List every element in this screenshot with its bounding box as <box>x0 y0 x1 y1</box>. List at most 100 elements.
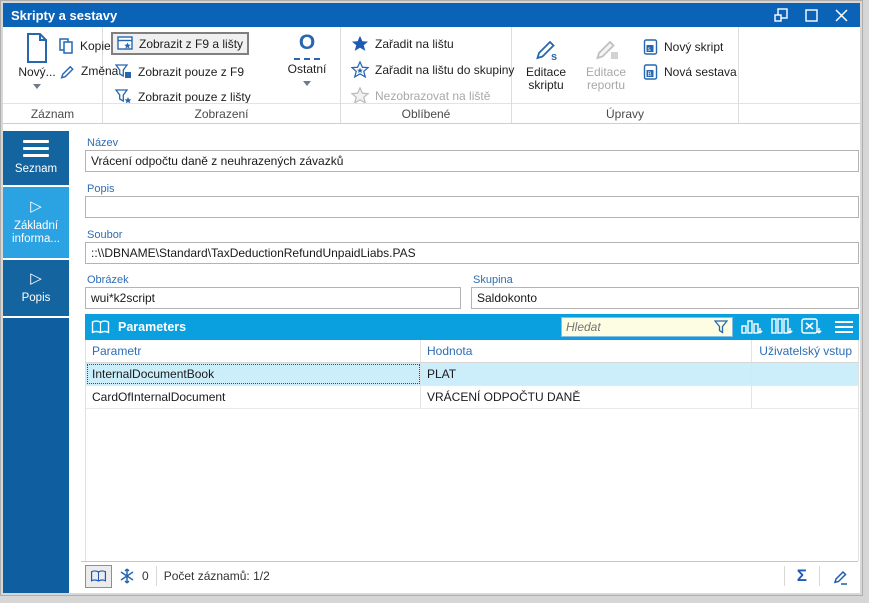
window-title: Skripty a sestavy <box>11 8 117 23</box>
cell-vstup[interactable] <box>752 363 858 385</box>
svg-text:s: s <box>648 46 651 52</box>
search-input[interactable] <box>566 320 710 334</box>
dropdown-arrow-icon[interactable] <box>303 81 311 86</box>
ribbon: Nový... Kopie Změna Záznam <box>3 27 860 124</box>
titlebar: Skripty a sestavy <box>3 3 860 27</box>
show-f9-and-bar-button[interactable]: Zobrazit z F9 a lišty <box>111 32 249 55</box>
window-star-icon <box>117 36 133 51</box>
ribbon-group-zobrazeni: Zobrazit z F9 a lišty Zobrazit pouze z F… <box>103 27 341 123</box>
new-document-icon <box>25 31 49 63</box>
star-filled-icon <box>351 35 369 52</box>
sidebar: Seznam ▷ Základní informa... ▷ Popis <box>3 131 69 593</box>
edit-report-label: Editace reportu <box>578 66 634 92</box>
show-f9-only-button[interactable]: Zobrazit pouze z F9 <box>111 60 248 83</box>
snowflake-count: 0 <box>142 569 149 583</box>
skupina-label: Skupina <box>473 274 513 286</box>
sidebar-item-popis[interactable]: ▷ Popis <box>3 260 69 318</box>
new-report-button[interactable]: B Nová sestava <box>639 60 741 83</box>
skupina-field[interactable] <box>471 287 859 309</box>
maximize-window-icon[interactable] <box>804 8 818 22</box>
show-bar-only-label: Zobrazit pouze z lišty <box>138 90 251 104</box>
star-outline-icon <box>351 61 369 78</box>
star-disabled-icon <box>351 87 369 104</box>
table-row[interactable]: InternalDocumentBook PLAT <box>86 363 858 386</box>
svg-text:B: B <box>648 71 652 77</box>
other-button[interactable]: O Ostatní <box>279 33 335 86</box>
excel-export-icon[interactable] <box>801 318 823 336</box>
table-header-row: Parametr Hodnota Uživatelský vstup <box>86 340 858 363</box>
edit-mode-button[interactable] <box>827 568 854 585</box>
add-to-bar-label: Zařadit na lištu <box>375 37 454 51</box>
other-label: Ostatní <box>288 63 327 76</box>
sidebar-item-seznam[interactable]: Seznam <box>3 131 69 187</box>
ribbon-group-zaznam: Nový... Kopie Změna Záznam <box>3 27 103 123</box>
triangle-icon: ▷ <box>30 272 42 286</box>
sidebar-item-zakladni-informace[interactable]: ▷ Základní informa... <box>3 187 69 260</box>
status-separator <box>819 566 820 586</box>
funnel-square-icon <box>115 64 132 80</box>
window-controls <box>774 8 852 22</box>
add-to-bar-group-label: Zařadit na lištu do skupiny <box>375 63 514 77</box>
search-box <box>561 317 733 337</box>
cell-vstup[interactable] <box>752 386 858 408</box>
new-script-button[interactable]: s Nový skript <box>639 35 727 58</box>
other-o-icon: O <box>299 33 315 53</box>
column-header-parametr[interactable]: Parametr <box>86 340 421 362</box>
report-file-icon: B <box>643 64 658 80</box>
columns-icon[interactable] <box>771 318 793 336</box>
snowflake-icon[interactable] <box>119 568 135 584</box>
filter-icon[interactable] <box>714 320 728 334</box>
app-window: Skripty a sestavy Nový... <box>1 1 862 595</box>
cell-parametr[interactable]: CardOfInternalDocument <box>86 386 421 408</box>
cell-hodnota[interactable]: PLAT <box>421 363 752 385</box>
parameters-panel-header: Parameters <box>85 314 859 340</box>
edit-report-button: Editace reportu <box>578 31 634 92</box>
chart-icon[interactable] <box>741 318 763 336</box>
record-count-text: Počet záznamů: 1/2 <box>164 569 270 583</box>
status-separator <box>156 566 157 586</box>
panel-menu-icon[interactable] <box>835 321 853 333</box>
cell-hodnota[interactable]: VRÁCENÍ ODPOČTU DANĚ <box>421 386 752 408</box>
ribbon-group-upravy: s Editace skriptu Editace reportu s Nový… <box>512 27 739 123</box>
main-area: Seznam ▷ Základní informa... ▷ Popis Náz… <box>3 124 860 593</box>
book-view-toggle-button[interactable] <box>85 565 112 588</box>
add-to-bar-group-button[interactable]: Zařadit na lištu do skupiny <box>347 58 518 81</box>
group-label-oblibene: Oblíbené <box>341 103 511 123</box>
script-file-icon: s <box>643 39 658 55</box>
show-f9-only-label: Zobrazit pouze z F9 <box>138 65 244 79</box>
edit-script-button[interactable]: s Editace skriptu <box>518 31 574 92</box>
obrazek-field[interactable] <box>85 287 461 309</box>
sum-button[interactable]: Σ <box>792 566 812 586</box>
copy-icon <box>59 38 74 54</box>
cell-parametr[interactable]: InternalDocumentBook <box>86 363 421 385</box>
column-header-hodnota[interactable]: Hodnota <box>421 340 752 362</box>
nazev-field[interactable] <box>85 150 859 172</box>
status-bar: 0 Počet záznamů: 1/2 Σ <box>81 561 858 590</box>
parameters-table: Parametr Hodnota Uživatelský vstup Inter… <box>85 340 859 561</box>
soubor-label: Soubor <box>87 229 122 241</box>
group-label-empty <box>739 103 860 123</box>
edit-report-pencil-icon <box>592 31 620 63</box>
new-record-label: Nový... <box>18 66 55 79</box>
ribbon-group-empty <box>739 27 860 123</box>
popis-field[interactable] <box>85 196 859 218</box>
soubor-field[interactable] <box>85 242 859 264</box>
other-dashes-icon <box>294 58 320 60</box>
dropdown-arrow-icon[interactable] <box>33 84 41 89</box>
list-icon <box>23 140 49 157</box>
hide-on-bar-label: Nezobrazovat na liště <box>375 89 490 103</box>
sidebar-item-label: Popis <box>22 292 51 305</box>
triangle-icon: ▷ <box>30 200 42 214</box>
column-header-uzivatelsky-vstup[interactable]: Uživatelský vstup <box>752 340 858 362</box>
popis-label: Popis <box>87 183 115 195</box>
show-f9-and-bar-label: Zobrazit z F9 a lišty <box>139 37 243 51</box>
table-row[interactable]: CardOfInternalDocument VRÁCENÍ ODPOČTU D… <box>86 386 858 409</box>
add-to-bar-button[interactable]: Zařadit na lištu <box>347 32 458 55</box>
close-window-icon[interactable] <box>834 8 848 22</box>
new-report-label: Nová sestava <box>664 65 737 79</box>
sidebar-item-label: Seznam <box>15 163 57 176</box>
sidebar-item-label: Základní informa... <box>5 220 67 246</box>
status-separator <box>784 566 785 586</box>
restore-window-icon[interactable] <box>774 8 788 22</box>
ribbon-group-oblibene: Zařadit na lištu Zařadit na lištu do sku… <box>341 27 512 123</box>
